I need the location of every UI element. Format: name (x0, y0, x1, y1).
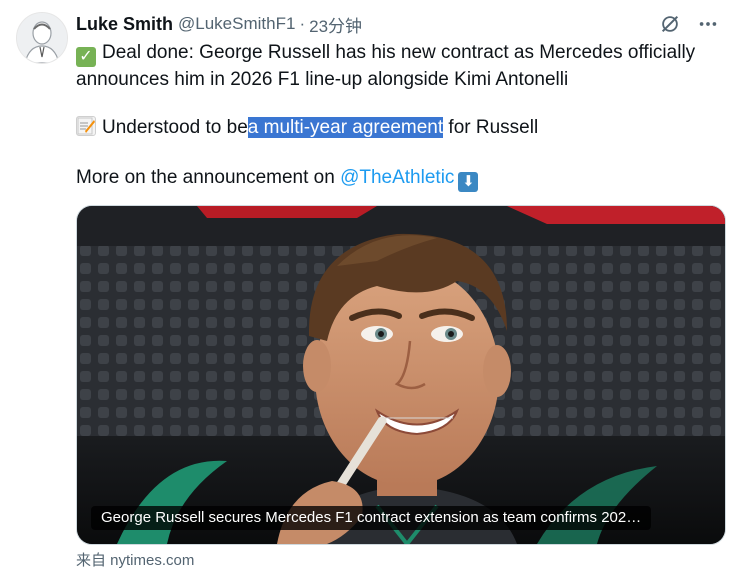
author-name[interactable]: Luke Smith (76, 14, 173, 35)
tweet-text-more: More on the announcement on (76, 167, 341, 188)
author-handle[interactable]: @LukeSmithF1 (178, 14, 295, 34)
memo-emoji (76, 116, 96, 136)
tweet-text-russell: for Russell (443, 117, 539, 138)
tweet-text-line3: More on the announcement on @TheAthletic… (76, 165, 726, 192)
grok-icon[interactable] (658, 12, 682, 36)
tweet-text-deal: Deal done: George Russell has his new co… (76, 42, 696, 90)
link-card[interactable]: George Russell secures Mercedes F1 contr… (76, 205, 726, 545)
card-source[interactable]: 来自 nytimes.com (76, 549, 194, 570)
card-caption: George Russell secures Mercedes F1 contr… (91, 506, 652, 530)
tweet-header: Luke Smith @LukeSmithF1 · 23分钟 (76, 12, 720, 36)
check-mark-emoji: ✓ (76, 47, 96, 67)
tweet-text-understood: Understood to be (102, 117, 248, 138)
mention-link[interactable]: @TheAthletic (340, 167, 454, 188)
card-image[interactable] (77, 206, 725, 544)
tweet-text-line2: Understood to bea multi-year agreement f… (76, 115, 726, 140)
author-avatar[interactable] (16, 12, 68, 64)
header-actions (658, 12, 720, 36)
separator-dot: · (299, 14, 306, 33)
tweet-text-line1: ✓ Deal done: George Russell has his new c… (76, 40, 726, 92)
down-arrow-emoji: ⬇ (458, 172, 479, 192)
tweet-time[interactable]: 23分钟 (309, 12, 362, 37)
more-icon[interactable] (696, 12, 720, 36)
selected-text: a multi-year agreement (247, 117, 444, 138)
